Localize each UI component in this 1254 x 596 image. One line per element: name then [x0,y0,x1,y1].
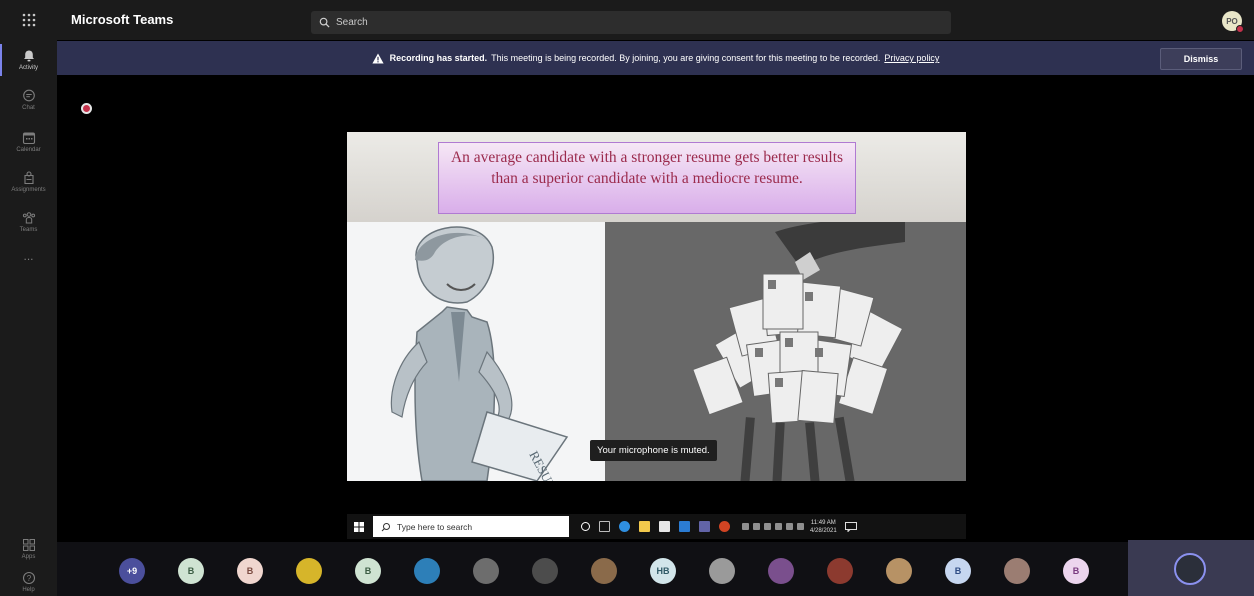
participant-avatar[interactable]: B [178,558,204,584]
participant-avatar[interactable] [709,558,735,584]
rail-item-activity[interactable]: Activity [0,42,57,78]
rail-item-label: Calendar [16,147,41,153]
tray-icon[interactable] [742,523,749,530]
tray-icon[interactable] [753,523,760,530]
taskbar-clock[interactable]: 11:49 AM 4/28/2021 [810,519,837,535]
rail-item-label: Apps [21,554,36,560]
rail-item-label: Activity [18,65,38,71]
rail-item-label: Help [22,586,35,593]
microphone-muted-toast: Your microphone is muted. [590,440,717,461]
slide-header: An average candidate with a stronger res… [347,132,966,222]
search-icon [319,17,330,28]
notification-center-icon[interactable] [844,521,857,532]
participant-avatar[interactable]: HB [650,558,676,584]
rail-item-label: Chat [22,105,35,111]
participants-strip: +9 B B B HB B B [57,542,1128,596]
rail-item-help[interactable]: ? Help [0,567,57,596]
calendar-icon [22,132,35,145]
app-rail: Activity Chat Calendar Assignments Teams… [0,0,57,596]
rail-item-teams[interactable]: Teams [0,204,57,240]
participant-avatar[interactable]: B [945,558,971,584]
svg-text:?: ? [26,574,31,583]
help-icon: ? [22,571,35,584]
more-icon: ... [23,249,34,263]
presence-status-badge [1236,25,1244,33]
rail-item-apps[interactable]: Apps [0,531,57,567]
powerpoint-icon[interactable] [719,521,730,532]
participant-avatar[interactable]: B [355,558,381,584]
teams-window: Activity Chat Calendar Assignments Teams… [0,0,1254,596]
more-apps-button[interactable]: ... [0,244,57,268]
participant-avatar[interactable] [473,558,499,584]
recording-banner-title: Recording has started. [389,53,488,63]
participant-avatar[interactable]: B [1063,558,1089,584]
privacy-policy-link[interactable]: Privacy policy [884,53,939,63]
participant-avatar[interactable] [414,558,440,584]
chat-icon [22,89,35,102]
tray-icon[interactable] [775,523,782,530]
self-avatar [1174,553,1206,585]
tray-icon[interactable] [764,523,771,530]
windows-start-icon[interactable] [347,514,371,539]
windows-search-placeholder: Type here to search [397,521,473,532]
windows-taskbar: Type here to search 11:49 AM 4/28/2021 [347,514,966,539]
rail-item-label: Assignments [11,187,46,193]
rail-item-label: Teams [19,227,38,233]
recording-banner-text: This meeting is being recorded. By joini… [491,53,881,63]
mail-icon[interactable] [679,521,690,532]
bell-icon [23,50,34,62]
apps-icon [22,539,35,551]
candidate-cartoon-image: RESUME [390,226,569,481]
self-video-tile[interactable] [1128,540,1254,596]
system-tray [742,523,804,530]
participant-avatar[interactable] [886,558,912,584]
dismiss-button[interactable]: Dismiss [1160,48,1242,70]
shared-screen-slide: An average candidate with a stronger res… [347,132,966,481]
clock-date: 4/28/2021 [810,527,837,534]
app-launcher-icon[interactable] [0,0,57,40]
search-icon [381,522,390,531]
cortana-icon[interactable] [581,522,590,531]
volume-icon[interactable] [797,523,804,530]
store-icon[interactable] [659,521,670,532]
participant-avatar[interactable] [1004,558,1030,584]
taskbar-pinned-apps [581,521,730,532]
task-view-icon[interactable] [599,521,610,532]
search-input[interactable]: Search [311,11,951,34]
teams-icon [22,212,35,224]
warning-icon [372,53,384,63]
rail-item-calendar[interactable]: Calendar [0,124,57,160]
participant-avatar[interactable]: +9 [119,558,145,584]
participant-avatar[interactable] [827,558,853,584]
windows-search-box[interactable]: Type here to search [373,516,569,537]
file-explorer-icon[interactable] [639,521,650,532]
network-icon[interactable] [786,523,793,530]
teams-app-icon[interactable] [699,521,710,532]
rail-item-assignments[interactable]: Assignments [0,164,57,200]
clock-time: 11:49 AM [810,519,836,526]
search-placeholder: Search [336,17,368,28]
participant-avatar[interactable] [296,558,322,584]
assignments-icon [23,171,34,185]
slide-quote-text: An average candidate with a stronger res… [438,142,856,214]
participant-avatar[interactable] [591,558,617,584]
recording-indicator-icon [81,103,92,114]
participant-avatar[interactable]: B [237,558,263,584]
app-title: Microsoft Teams [71,12,174,27]
rail-item-chat[interactable]: Chat [0,82,57,118]
recording-banner: Recording has started. This meeting is b… [57,41,1254,75]
participant-avatar[interactable] [768,558,794,584]
edge-browser-icon[interactable] [619,521,630,532]
top-bar: Microsoft Teams Search PO [57,0,1254,40]
slide-candidate-illustration: RESUME [347,222,605,481]
participant-avatar[interactable] [532,558,558,584]
